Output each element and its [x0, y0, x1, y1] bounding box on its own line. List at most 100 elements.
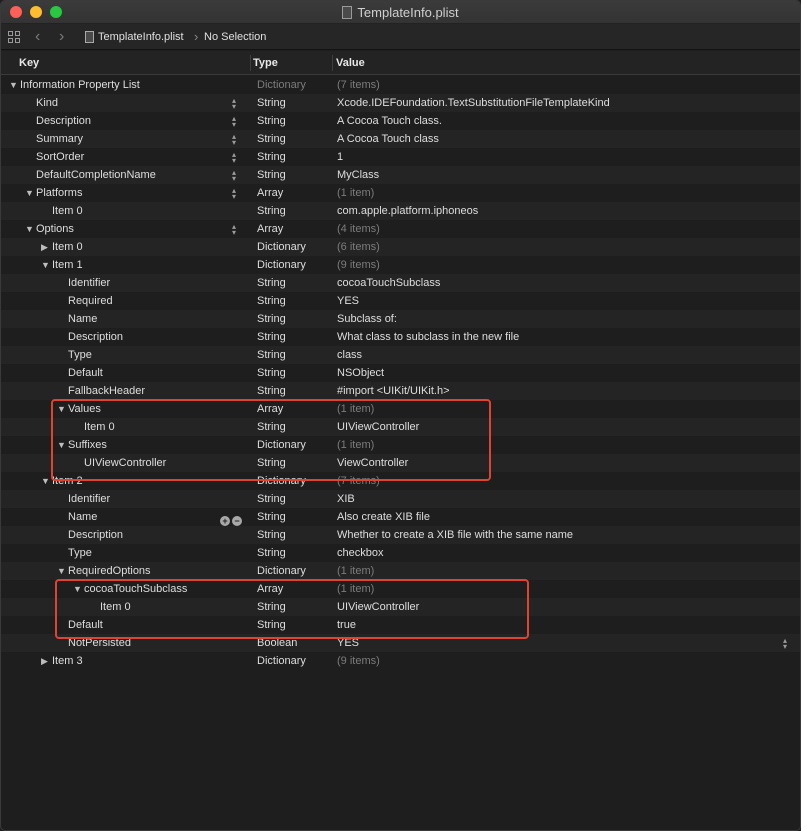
row-type[interactable]: String — [257, 508, 286, 526]
plist-row[interactable]: Default String true — [1, 616, 800, 634]
row-value[interactable]: 1 — [337, 148, 343, 166]
row-type[interactable]: Dictionary — [257, 472, 306, 490]
plist-row[interactable]: Item 0 String com.apple.platform.iphoneos — [1, 202, 800, 220]
plist-row[interactable]: ▼ Platforms ▴ ▾ Array (1 item) — [1, 184, 800, 202]
row-key[interactable]: FallbackHeader — [68, 382, 145, 400]
disclosure-triangle-open-icon[interactable]: ▼ — [41, 472, 51, 490]
row-key[interactable]: NotPersisted — [68, 634, 131, 652]
plist-row[interactable]: ▼ cocoaTouchSubclass Array (1 item) — [1, 580, 800, 598]
row-value[interactable]: (6 items) — [337, 238, 380, 256]
row-type[interactable]: String — [257, 166, 286, 184]
row-value[interactable]: (7 items) — [337, 472, 380, 490]
row-type[interactable]: Dictionary — [257, 652, 306, 670]
plist-row[interactable]: Identifier String cocoaTouchSubclass — [1, 274, 800, 292]
row-value[interactable]: (7 items) — [337, 76, 380, 94]
value-picker-stepper-icon[interactable]: ▴ ▾ — [783, 634, 787, 652]
row-type[interactable]: String — [257, 490, 286, 508]
row-value[interactable]: ViewController — [337, 454, 408, 472]
row-type[interactable]: String — [257, 148, 286, 166]
disclosure-triangle-open-icon[interactable]: ▼ — [25, 184, 35, 202]
row-type[interactable]: String — [257, 454, 286, 472]
plist-row[interactable]: ▶ Item 3 Dictionary (9 items) — [1, 652, 800, 670]
row-key[interactable]: Name — [68, 310, 97, 328]
row-type[interactable]: String — [257, 418, 286, 436]
row-value[interactable]: Whether to create a XIB file with the sa… — [337, 526, 573, 544]
row-value[interactable]: (1 item) — [337, 184, 374, 202]
row-value[interactable]: #import <UIKit/UIKit.h> — [337, 382, 450, 400]
row-value[interactable]: MyClass — [337, 166, 379, 184]
row-type[interactable]: String — [257, 328, 286, 346]
row-value[interactable]: Xcode.IDEFoundation.TextSubstitutionFile… — [337, 94, 610, 112]
row-key[interactable]: Summary — [36, 130, 83, 148]
row-key[interactable]: Item 3 — [52, 652, 83, 670]
plist-row[interactable]: ▶ Item 0 Dictionary (6 items) — [1, 238, 800, 256]
row-type[interactable]: Dictionary — [257, 256, 306, 274]
row-type[interactable]: Boolean — [257, 634, 297, 652]
jump-bar-selection[interactable]: No Selection — [204, 31, 266, 43]
disclosure-triangle-open-icon[interactable]: ▼ — [25, 220, 35, 238]
row-key[interactable]: Item 0 — [84, 418, 115, 436]
row-type[interactable]: Array — [257, 220, 283, 238]
row-value[interactable]: XIB — [337, 490, 355, 508]
key-picker-stepper-icon[interactable]: ▴ ▾ — [232, 220, 236, 238]
row-key[interactable]: UIViewController — [84, 454, 166, 472]
row-value[interactable]: NSObject — [337, 364, 384, 382]
plist-row[interactable]: UIViewController String ViewController — [1, 454, 800, 472]
row-key[interactable]: Description — [68, 328, 123, 346]
row-type[interactable]: String — [257, 544, 286, 562]
row-key[interactable]: Required — [68, 292, 113, 310]
back-chevron-icon[interactable]: ‹ — [35, 29, 40, 45]
row-key[interactable]: Name — [68, 508, 97, 526]
row-type[interactable]: String — [257, 292, 286, 310]
row-value[interactable]: com.apple.platform.iphoneos — [337, 202, 478, 220]
row-value[interactable]: (1 item) — [337, 562, 374, 580]
row-type[interactable]: String — [257, 130, 286, 148]
related-items-grid-icon[interactable] — [8, 31, 21, 44]
jump-bar-file[interactable]: TemplateInfo.plist — [98, 31, 184, 43]
disclosure-triangle-open-icon[interactable]: ▼ — [57, 400, 67, 418]
disclosure-triangle-closed-icon[interactable]: ▶ — [41, 652, 51, 670]
row-key[interactable]: Options — [36, 220, 74, 238]
plist-row[interactable]: Description String Whether to create a XIB… — [1, 526, 800, 544]
plist-row[interactable]: Type String checkbox — [1, 544, 800, 562]
row-value[interactable]: What class to subclass in the new file — [337, 328, 519, 346]
disclosure-triangle-open-icon[interactable]: ▼ — [9, 76, 19, 94]
plist-row[interactable]: NotPersisted Boolean YES ▴ ▾ — [1, 634, 800, 652]
row-type[interactable]: String — [257, 382, 286, 400]
row-type[interactable]: String — [257, 346, 286, 364]
row-key[interactable]: Identifier — [68, 490, 110, 508]
row-type[interactable]: String — [257, 202, 286, 220]
row-type[interactable]: Dictionary — [257, 562, 306, 580]
row-key[interactable]: SortOrder — [36, 148, 84, 166]
plist-row[interactable]: Kind ▴ ▾ String Xcode.IDEFoundation.TextSubs… — [1, 94, 800, 112]
disclosure-triangle-open-icon[interactable]: ▼ — [73, 580, 83, 598]
plist-row[interactable]: Item 0 String UIViewController — [1, 598, 800, 616]
row-value[interactable]: Subclass of: — [337, 310, 397, 328]
row-value[interactable]: (1 item) — [337, 580, 374, 598]
row-key[interactable]: Default — [68, 616, 103, 634]
forward-chevron-icon[interactable]: › — [59, 29, 64, 45]
row-value[interactable]: true — [337, 616, 356, 634]
row-value[interactable]: (9 items) — [337, 256, 380, 274]
row-type[interactable]: String — [257, 274, 286, 292]
row-key[interactable]: Description — [36, 112, 91, 130]
plist-row[interactable]: ▼ Item 2 Dictionary (7 items) — [1, 472, 800, 490]
row-key[interactable]: Description — [68, 526, 123, 544]
value-column-header[interactable]: Value — [336, 57, 365, 69]
plist-row[interactable]: Default String NSObject — [1, 364, 800, 382]
plist-row[interactable]: Description ▴ ▾ String A Cocoa Touch class. — [1, 112, 800, 130]
row-type[interactable]: String — [257, 616, 286, 634]
row-value[interactable]: cocoaTouchSubclass — [337, 274, 440, 292]
plist-row[interactable]: Identifier String XIB — [1, 490, 800, 508]
row-type[interactable]: Array — [257, 580, 283, 598]
row-value[interactable]: A Cocoa Touch class — [337, 130, 439, 148]
row-key[interactable]: Values — [68, 400, 101, 418]
row-type[interactable]: Array — [257, 184, 283, 202]
row-key[interactable]: Platforms — [36, 184, 82, 202]
column-divider[interactable] — [250, 55, 251, 71]
key-picker-stepper-icon[interactable]: ▴ ▾ — [232, 130, 236, 148]
plist-row[interactable]: Item 0 String UIViewController — [1, 418, 800, 436]
plist-row[interactable]: ▼ Item 1 Dictionary (9 items) — [1, 256, 800, 274]
row-key[interactable]: Default — [68, 364, 103, 382]
row-value[interactable]: YES — [337, 292, 359, 310]
